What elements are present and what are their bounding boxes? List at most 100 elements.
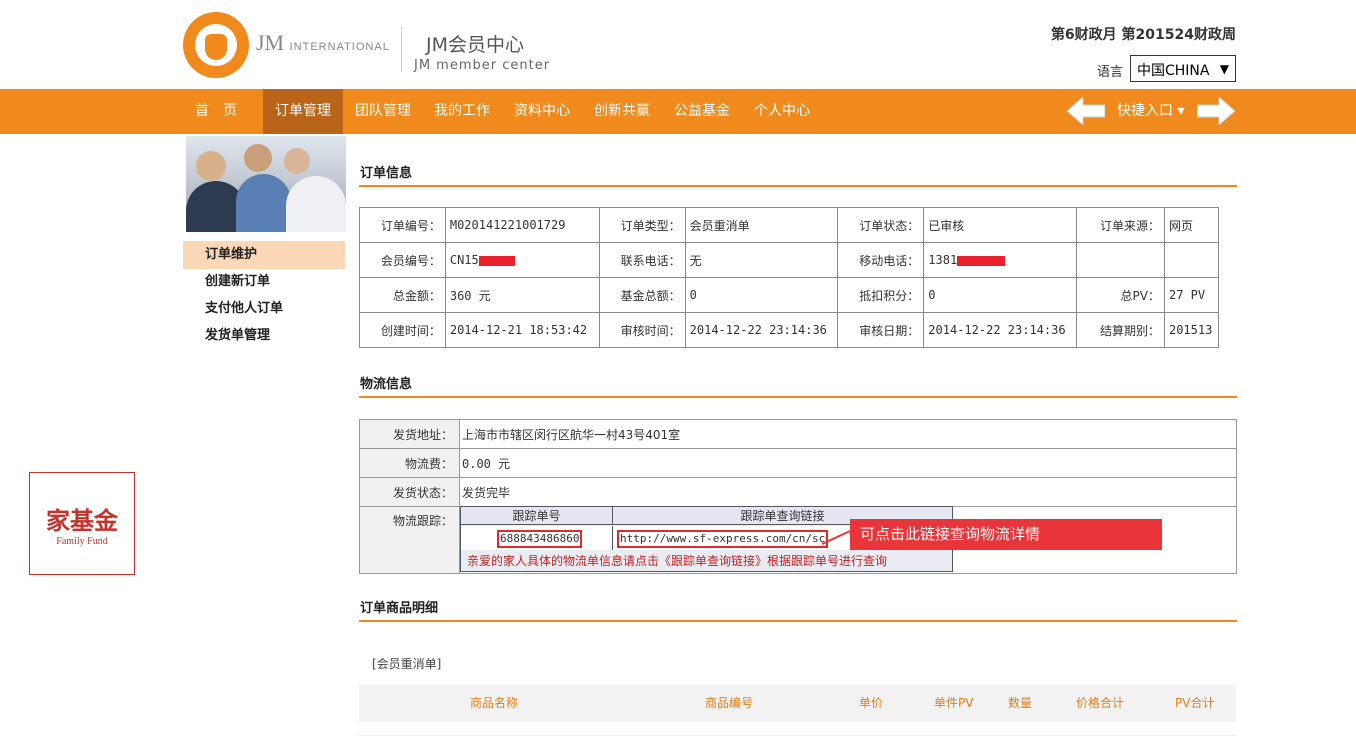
order-source-label: 订单来源： [1076,207,1165,243]
phone-label: 联系电话： [598,242,686,278]
sidebar-item-shipping[interactable]: 发货单管理 [183,322,345,350]
table-row: 会员编号： CN15 联系电话： 无 移动电话： 1381 [359,242,1220,278]
settlement-period-value: 201513 [1163,312,1220,348]
total-pv-label: 总PV： [1076,277,1165,313]
callout-pointer-icon [821,530,851,545]
table-row: 发货地址： 上海市市辖区闵行区航华一村43号401室 [359,419,1237,449]
col-product-name: 商品名称 [470,696,519,710]
empty-cell [1076,242,1165,278]
main-nav: 首 页 订单管理 团队管理 我的工作 资料中心 创新共赢 公益基金 个人中心 快… [0,89,1356,134]
brand-name: JM INTERNATIONAL [256,30,390,55]
logistics-title: 物流信息 [360,377,413,392]
tracking-number: 688843486860 [497,530,583,548]
empty-cell [1163,242,1220,278]
points-value: 0 [923,277,1078,313]
fund-total-label: 基金总额： [598,277,686,313]
sidebar-banner-image [186,136,346,232]
table-row: 创建时间： 2014-12-21 18:53:42 审核时间： 2014-12-… [359,312,1220,348]
arrow-right-icon[interactable] [1197,97,1235,125]
total-amount-label: 总金额： [359,277,446,313]
section-divider [359,620,1237,622]
col-pv-total: PV合计 [1175,696,1215,710]
redaction-bar [957,255,1006,266]
chevron-down-icon: ▼ [1219,62,1229,76]
nav-my-work[interactable]: 我的工作 [423,89,501,134]
order-status-label: 订单状态： [837,207,925,243]
fiscal-period: 第6财政月 第201524财政周 [1050,27,1236,43]
created-label: 创建时间： [359,312,446,348]
fee-label: 物流费： [359,448,460,478]
mobile-label: 移动电话： [837,242,925,278]
mobile-value: 1381 [923,242,1078,278]
member-center-title: JM会员中心 [426,34,524,56]
fund-title: 家基金 [46,506,118,535]
nav-home[interactable]: 首 页 [183,89,249,134]
nav-data-center[interactable]: 资料中心 [503,89,581,134]
tracking-number-header: 跟踪单号 [461,507,613,525]
member-id-label: 会员编号： [359,242,446,278]
nav-order-management[interactable]: 订单管理 [263,89,343,134]
fund-total-value: 0 [684,277,839,313]
col-unit-price: 单价 [859,696,884,710]
nav-team-management[interactable]: 团队管理 [343,89,423,134]
sidebar-item-pay-others[interactable]: 支付他人订单 [183,295,345,323]
member-center-subtitle: JM member center [414,58,551,73]
order-type-value: 会员重消单 [684,207,839,243]
header-divider [401,27,402,72]
redaction-bar [478,255,515,266]
order-type-tag: [会员重消单] [372,657,442,671]
address-label: 发货地址： [359,419,460,449]
created-value: 2014-12-21 18:53:42 [444,312,600,348]
reviewed-label: 审核时间： [598,312,686,348]
section-divider [359,185,1237,187]
language-select[interactable]: 中国CHINA ▼ [1130,55,1236,82]
tracking-link[interactable]: http://www.sf-express.com/cn/sc [617,530,829,548]
table-row: 订单编号： M020141221001729 订单类型： 会员重消单 订单状态：… [359,207,1220,243]
sidebar-item-order-maintenance[interactable]: 订单维护 [183,241,345,269]
tracking-label: 物流跟踪： [359,506,460,574]
jm-logo-icon[interactable] [183,12,249,78]
order-source-value: 网页 [1163,207,1220,243]
member-id-value: CN15 [444,242,600,278]
review-date-value: 2014-12-22 23:14:36 [923,312,1078,348]
family-fund-badge[interactable]: 家基金 Family Fund [29,472,135,575]
nav-innovation[interactable]: 创新共赢 [583,89,661,134]
points-label: 抵扣积分： [837,277,925,313]
ship-status-label: 发货状态： [359,477,460,507]
language-value: 中国CHINA [1137,63,1210,79]
order-info-table: 订单编号： M020141221001729 订单类型： 会员重消单 订单状态：… [359,207,1220,348]
section-divider [359,396,1237,398]
order-status-value: 已审核 [923,207,1078,243]
total-amount-value: 360 元 [444,277,600,313]
goods-title: 订单商品明细 [360,601,439,616]
table-row: 物流费： 0.00 元 [359,448,1237,478]
goods-table-header: 商品名称 商品编号 单价 单件PV 数量 价格合计 PV合计 [359,685,1236,722]
order-id-label: 订单编号： [359,207,446,243]
col-quantity: 数量 [1008,696,1033,710]
tracking-note: 亲爱的家人具体的物流单信息请点击《跟踪单查询链接》根据跟踪单号进行查询 [467,554,888,568]
table-row: 总金额： 360 元 基金总额： 0 抵扣积分： 0 总PV： 27 PV [359,277,1220,313]
language-label: 语言 [1097,65,1124,80]
settlement-period-label: 结算期别： [1076,312,1165,348]
arrow-left-icon[interactable] [1067,97,1105,125]
address-value: 上海市市辖区闵行区航华一村43号401室 [459,419,1237,449]
review-date-label: 审核日期： [837,312,925,348]
order-id-value: M020141221001729 [444,207,600,243]
fund-subtitle: Family Fund [56,536,108,547]
col-product-code: 商品编号 [705,696,754,710]
phone-value: 无 [684,242,839,278]
col-price-total: 价格合计 [1076,696,1125,710]
col-unit-pv: 单件PV [934,696,974,710]
total-pv-value: 27 PV [1163,277,1220,313]
fee-value: 0.00 元 [459,448,1237,478]
sidebar-item-create-order[interactable]: 创建新订单 [183,268,345,296]
table-row: 发货状态： 发货完毕 [359,477,1237,507]
tracking-number-cell: 688843486860 [461,526,613,550]
nav-charity-fund[interactable]: 公益基金 [663,89,741,134]
order-info-title: 订单信息 [360,166,413,181]
tracking-callout: 可点击此链接查询物流详情 [850,519,1162,550]
ship-status-value: 发货完毕 [459,477,1237,507]
reviewed-value: 2014-12-22 23:14:36 [684,312,839,348]
nav-personal-center[interactable]: 个人中心 [743,89,821,134]
quick-entry-menu[interactable]: 快捷入口 ▾ [1117,89,1184,134]
